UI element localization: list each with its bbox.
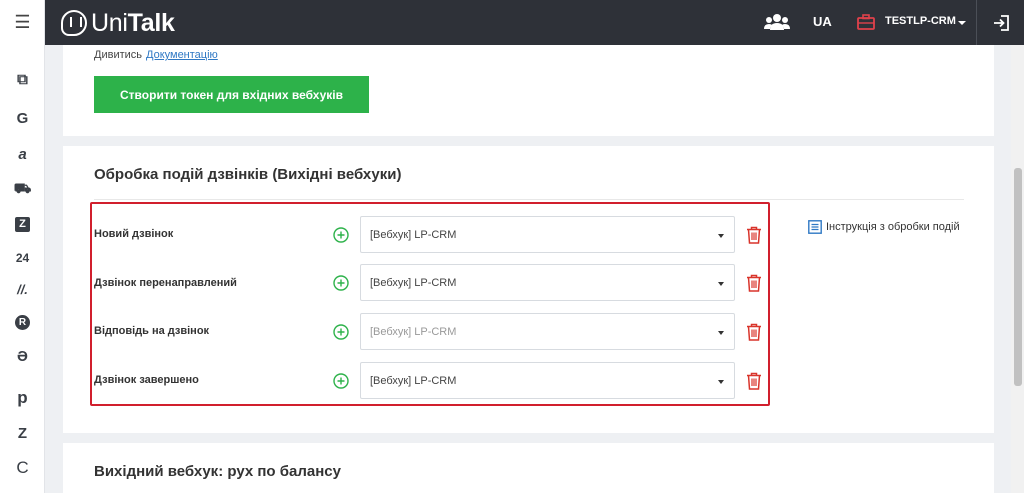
add-circle-icon[interactable] xyxy=(333,227,349,243)
logo-prefix: Uni xyxy=(91,8,128,37)
users-icon[interactable] xyxy=(764,12,790,32)
logout-button[interactable] xyxy=(976,0,1024,45)
add-circle-icon[interactable] xyxy=(333,275,349,291)
create-token-button[interactable]: Створити токен для вхідних вебхуків xyxy=(94,76,369,113)
logo-suffix: Talk xyxy=(127,8,175,37)
briefcase-icon xyxy=(857,14,875,30)
trash-icon[interactable] xyxy=(746,226,762,244)
card-title: Вихідний вебхук: рух по балансу xyxy=(94,463,341,480)
select-value: [Вебхук] LP-CRM xyxy=(370,228,457,241)
google-icon[interactable]: G xyxy=(0,103,45,133)
scrollbar-thumb[interactable] xyxy=(1014,168,1022,386)
event-label-redirected: Дзвінок перенаправлений xyxy=(94,277,237,289)
call-events-card: Обробка подій дзвінків (Вихідні вебхуки)… xyxy=(63,146,994,433)
docs-prefix: Дивитись xyxy=(94,49,142,61)
select-value: [Вебхук] LP-CRM xyxy=(370,374,457,387)
instruction-label: Інструкція з обробки подій xyxy=(826,221,960,233)
webhook-select-completed[interactable]: [Вебхук] LP-CRM xyxy=(360,362,735,399)
logo-mark-icon xyxy=(61,10,87,36)
docs-link[interactable]: Документацію xyxy=(146,49,218,61)
add-circle-icon[interactable] xyxy=(333,324,349,340)
select-value: [Вебхук] LP-CRM xyxy=(370,276,457,289)
trash-icon[interactable] xyxy=(746,274,762,292)
zoho-icon[interactable]: Z xyxy=(0,209,45,239)
pipedrive-icon[interactable]: p xyxy=(0,383,45,413)
logo-text: UniTalk xyxy=(91,9,175,38)
webhook-select-new-call[interactable]: [Вебхук] LP-CRM xyxy=(360,216,735,253)
logout-icon xyxy=(993,14,1009,31)
retailcrm-icon-glyph: R xyxy=(15,314,30,330)
bitrix24-icon[interactable]: 24 xyxy=(0,243,45,273)
account-name[interactable]: TESTLP-CRM xyxy=(885,15,956,27)
trash-icon[interactable] xyxy=(746,323,762,341)
left-sidebar: ☰ ⧉ G a ⛟ Z 24 //. R Ə p Z C xyxy=(0,0,45,493)
card-title: Обробка подій дзвінків (Вихідні вебхуки) xyxy=(94,166,402,183)
document-icon xyxy=(808,220,822,234)
top-bar: UniTalk UA TESTLP-CRM xyxy=(45,0,1024,45)
zoho-icon-glyph: Z xyxy=(15,216,30,232)
select-value: [Вебхук] LP-CRM xyxy=(370,325,457,338)
retailcrm-icon[interactable]: R xyxy=(0,307,45,337)
webhook-select-answered[interactable]: [Вебхук] LP-CRM xyxy=(360,313,735,350)
instruction-link[interactable]: Інструкція з обробки подій xyxy=(808,220,960,234)
monday-icon[interactable]: //. xyxy=(0,274,45,304)
balance-webhook-card: Вихідний вебхук: рух по балансу xyxy=(63,443,994,493)
add-circle-icon[interactable] xyxy=(333,373,349,389)
zendesk-icon[interactable]: Z xyxy=(0,418,45,448)
caret-down-icon xyxy=(718,331,724,335)
event-label-new-call: Новий дзвінок xyxy=(94,228,174,240)
event-label-answered: Відповідь на дзвінок xyxy=(94,325,210,337)
token-card: Дивитись Документацію Створити токен для … xyxy=(63,45,994,136)
copy-icon[interactable]: ⧉ xyxy=(0,64,45,94)
trash-icon[interactable] xyxy=(746,372,762,390)
caret-down-icon xyxy=(718,234,724,238)
event-label-completed: Дзвінок завершено xyxy=(94,374,199,386)
webhook-select-redirected[interactable]: [Вебхук] LP-CRM xyxy=(360,264,735,301)
caret-down-icon xyxy=(718,380,724,384)
cart-icon[interactable]: ⛟ xyxy=(0,174,45,204)
divider xyxy=(94,199,964,200)
amo-icon[interactable]: a xyxy=(0,139,45,169)
keycrm-icon[interactable]: Ə xyxy=(0,341,45,371)
menu-icon[interactable]: ☰ xyxy=(0,0,45,45)
salesdrive-icon[interactable]: C xyxy=(0,453,45,483)
caret-down-icon xyxy=(718,282,724,286)
docs-line: Дивитись Документацію xyxy=(94,49,218,61)
chevron-down-icon[interactable] xyxy=(958,21,966,25)
unitalk-logo[interactable]: UniTalk xyxy=(61,9,175,37)
language-switch[interactable]: UA xyxy=(813,14,832,29)
